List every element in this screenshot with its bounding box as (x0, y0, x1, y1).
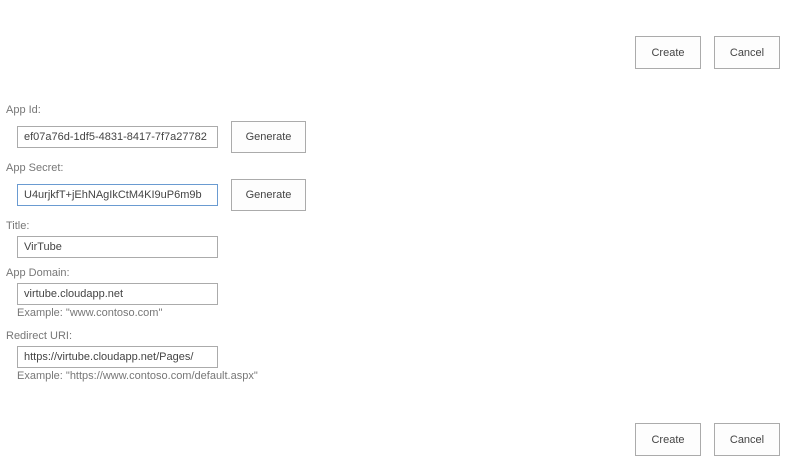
title-field[interactable] (17, 236, 218, 258)
redirect-uri-example: Example: "https://www.contoso.com/defaul… (17, 370, 258, 382)
app-id-label: App Id: (6, 104, 41, 116)
app-domain-example: Example: "www.contoso.com" (17, 307, 163, 319)
create-button-bottom[interactable]: Create (635, 423, 701, 456)
create-button-top[interactable]: Create (635, 36, 701, 69)
app-secret-field[interactable] (17, 184, 218, 206)
app-domain-field[interactable] (17, 283, 218, 305)
generate-app-id-button[interactable]: Generate (231, 121, 306, 153)
redirect-uri-field[interactable] (17, 346, 218, 368)
app-id-field[interactable] (17, 126, 218, 148)
redirect-uri-label: Redirect URI: (6, 330, 73, 342)
app-domain-label: App Domain: (6, 267, 70, 279)
cancel-button-bottom[interactable]: Cancel (714, 423, 780, 456)
generate-app-secret-button[interactable]: Generate (231, 179, 306, 211)
app-secret-label: App Secret: (6, 162, 64, 174)
cancel-button-top[interactable]: Cancel (714, 36, 780, 69)
title-label: Title: (6, 220, 30, 232)
